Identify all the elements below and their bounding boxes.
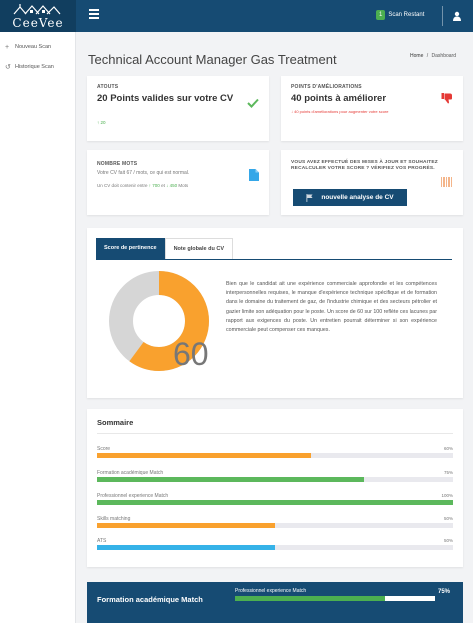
summary-bar-percent: 60% <box>443 446 453 451</box>
summary-bar-label: Score <box>97 446 111 452</box>
logo[interactable]: CeeVee <box>0 0 76 32</box>
summary-bar-track <box>97 523 453 528</box>
hamburger-menu-icon[interactable] <box>89 9 99 23</box>
sommaire-title: Sommaire <box>97 418 134 427</box>
card-nombre-mots: NOMBRE MOTS Votre CV fait 67 / mots, ce … <box>87 150 269 215</box>
breadcrumb-home[interactable]: Home <box>410 53 423 59</box>
card-note: ↓ 40 points d'améliorations pour augment… <box>291 109 389 114</box>
button-label: nouvelle analyse de CV <box>321 194 394 201</box>
card-value: 20 Points valides sur votre CV <box>97 93 234 104</box>
summary-bar-label: Skills matching <box>97 516 131 522</box>
tab-underline <box>96 259 452 260</box>
top-bar: CeeVee 1 Scan Restant <box>0 0 473 32</box>
range-unit: Mots <box>178 183 189 188</box>
summary-bar-fill <box>97 523 275 528</box>
nouvelle-analyse-button[interactable]: nouvelle analyse de CV <box>293 189 407 206</box>
score-panel: Score de pertinence Note globale du CV 6… <box>87 228 463 398</box>
card-range: Un CV doit contenir entre ↑ 700 et ↓ 450… <box>97 183 188 189</box>
card-label: NOMBRE MOTS <box>97 161 138 167</box>
range-and: et <box>161 183 165 188</box>
range-min: ↑ 700 <box>148 183 160 188</box>
barcode-icon <box>441 177 452 187</box>
card-text: Votre CV fait 67 / mots, ce qui est norm… <box>97 170 190 176</box>
score-explanation: Bien que le candidat ait une expérience … <box>226 281 437 334</box>
sidebar-item-label: Historique Scan <box>15 64 54 70</box>
experience-match-fill <box>235 596 385 601</box>
tab-score-pertinence[interactable]: Score de pertinence <box>96 238 165 259</box>
range-prefix: Un CV doit contenir entre <box>97 183 148 188</box>
sidebar-item-historique-scan[interactable]: ↺ Historique Scan <box>0 58 75 76</box>
breadcrumb: Home / Dashboard <box>410 53 456 59</box>
thumbs-down-icon <box>441 93 452 104</box>
card-label: VOUS AVEZ EFFECTUÉ DES MISES À JOUR ET S… <box>291 160 438 171</box>
formation-panel-title: Formation académique Match <box>97 595 203 604</box>
summary-bar-percent: 50% <box>443 516 453 521</box>
plus-icon: + <box>5 43 10 51</box>
summary-bar-percent: 100% <box>441 493 453 498</box>
logo-houses-icon <box>13 4 61 15</box>
document-icon <box>249 169 259 181</box>
check-icon <box>247 98 259 108</box>
summary-bar-track <box>97 477 453 482</box>
history-icon: ↺ <box>5 64 11 71</box>
sidebar: + Nouveau Scan ↺ Historique Scan <box>0 32 76 623</box>
user-icon[interactable] <box>452 11 462 21</box>
summary-bar-track <box>97 453 453 458</box>
scan-count-badge: 1 <box>376 10 386 20</box>
summary-bar-percent: 75% <box>443 470 453 475</box>
scan-label: Scan Restant <box>388 12 425 18</box>
sidebar-item-nouveau-scan[interactable]: + Nouveau Scan <box>0 38 75 56</box>
tab-note-globale[interactable]: Note globale du CV <box>164 238 233 259</box>
summary-bar-track <box>97 500 453 505</box>
sommaire-panel: Sommaire Score 60% Formation académique Ma… <box>87 409 463 567</box>
experience-match-value: 75% <box>438 589 451 595</box>
summary-bar-fill <box>97 453 311 458</box>
card-ameliorations: POINTS D'AMÉLIORATIONS 40 points à améli… <box>281 76 463 141</box>
summary-bar-label: Formation académique Match <box>97 470 164 476</box>
card-label: ATOUTS <box>97 84 119 90</box>
logo-text: CeeVee <box>12 16 64 30</box>
summary-bar-label: ATS <box>97 538 107 544</box>
experience-match-label: Professionnel experience Match <box>235 588 307 594</box>
flag-icon <box>306 193 313 202</box>
breadcrumb-current: Dashboard <box>431 53 456 59</box>
score-value: 60 <box>173 336 209 372</box>
summary-bar-label: Professionnel experience Match <box>97 493 169 499</box>
sidebar-item-label: Nouveau Scan <box>15 44 52 50</box>
divider <box>442 6 443 26</box>
summary-bar-fill <box>97 500 453 505</box>
score-tabs: Score de pertinence Note globale du CV <box>96 238 233 259</box>
experience-match-track <box>235 596 435 601</box>
summary-bar-track <box>97 545 453 550</box>
card-recalculer: VOUS AVEZ EFFECTUÉ DES MISES À JOUR ET S… <box>281 150 463 215</box>
page-title: Technical Account Manager Gas Treatment <box>88 52 337 67</box>
range-max: ↓ 450 <box>166 183 178 188</box>
scan-remaining: 1 Scan Restant <box>376 10 424 20</box>
breadcrumb-separator: / <box>426 53 429 59</box>
summary-bar-fill <box>97 545 275 550</box>
summary-bar-fill <box>97 477 364 482</box>
card-atouts: ATOUTS 20 Points valides sur votre CV ↑ … <box>87 76 269 141</box>
formation-panel-header: Formation académique Match Professionnel… <box>87 582 463 623</box>
summary-bar-percent: 50% <box>443 538 453 543</box>
card-note: ↑ 20 <box>97 120 106 125</box>
divider <box>97 433 453 434</box>
card-label: POINTS D'AMÉLIORATIONS <box>291 84 362 90</box>
card-value: 40 points à améliorer <box>291 93 387 104</box>
